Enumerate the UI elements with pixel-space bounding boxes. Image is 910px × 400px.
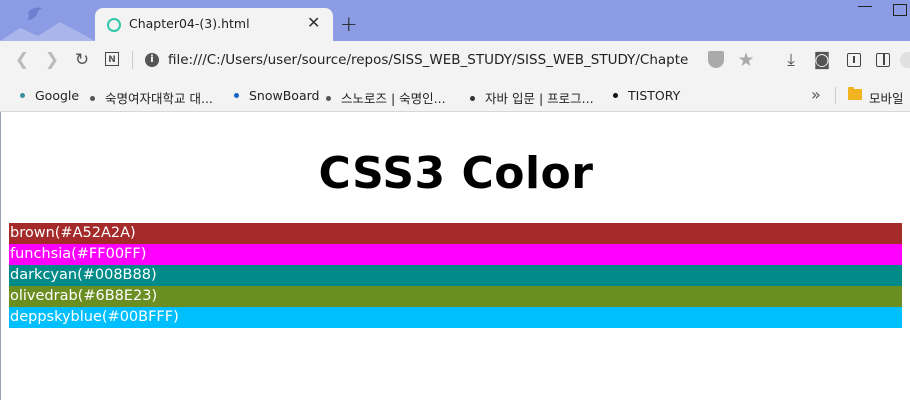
folder-icon[interactable] — [848, 87, 862, 100]
download-icon[interactable]: ⤓ — [781, 50, 801, 70]
bookmark-google[interactable]: Google — [20, 88, 79, 103]
loading-circle-icon — [107, 18, 121, 32]
bookmark-dot-icon — [470, 96, 475, 101]
color-row-deepskyblue: deppskyblue(#00BFFF) — [9, 307, 902, 328]
reader-icon[interactable] — [847, 53, 861, 67]
bookmark-java[interactable]: 자바 입문 | 프로그... — [470, 88, 594, 107]
bookmark-dot-icon — [234, 93, 239, 98]
color-row-brown: brown(#A52A2A) — [9, 223, 902, 244]
color-list: brown(#A52A2A) funchsia(#FF00FF) darkcya… — [9, 223, 902, 328]
bookmark-sookmyung[interactable]: 숙명여자대학교 대... — [90, 88, 213, 107]
bookmarks-bar: Google 숙명여자대학교 대... SnowBoard 스노로즈 | 숙명인… — [0, 79, 910, 112]
bookmarks-overflow-icon[interactable]: » — [811, 85, 821, 104]
new-tab-button[interactable]: + — [340, 12, 358, 36]
back-icon[interactable]: ❮ — [12, 50, 32, 70]
bookmark-folder-mobile[interactable]: 모바일 — [869, 88, 904, 107]
bookmark-dot-icon — [326, 96, 331, 101]
tab-strip: Chapter04-(3).html ✕ + — [0, 0, 910, 41]
bookmark-dot-icon — [613, 93, 618, 98]
forward-icon[interactable]: ❯ — [42, 50, 62, 70]
bookmark-star-icon[interactable]: ★ — [736, 50, 756, 70]
close-tab-icon[interactable]: ✕ — [307, 13, 320, 33]
bookmark-snorose[interactable]: 스노로즈 | 숙명인... — [326, 88, 446, 107]
color-row-olivedrab: olivedrab(#6B8E23) — [9, 286, 902, 307]
info-icon[interactable]: i — [145, 53, 159, 67]
tab-title: Chapter04-(3).html — [129, 16, 250, 31]
bookmark-dot-icon — [90, 96, 95, 101]
color-row-darkcyan: darkcyan(#008B88) — [9, 265, 902, 286]
bookmark-label: SnowBoard — [249, 88, 320, 103]
bookmarks-divider — [835, 87, 836, 104]
profile-icon[interactable] — [900, 52, 910, 68]
page-content: CSS3 Color brown(#A52A2A) funchsia(#FF00… — [0, 112, 910, 400]
minimize-window-icon[interactable] — [858, 6, 872, 7]
bookmark-label: 스노로즈 | 숙명인... — [341, 91, 446, 106]
maximize-window-icon[interactable] — [893, 4, 907, 16]
tab-active[interactable]: Chapter04-(3).html ✕ — [95, 8, 333, 41]
bookmark-label: TISTORY — [628, 88, 681, 103]
bookmark-tistory[interactable]: TISTORY — [613, 88, 680, 103]
bookmark-dot-icon — [20, 93, 25, 98]
page-title: CSS3 Color — [318, 148, 594, 199]
address-bar[interactable]: file:///C:/Users/user/source/repos/SISS_… — [168, 52, 688, 68]
color-row-fuchsia: funchsia(#FF00FF) — [9, 244, 902, 265]
bookmark-snowboard[interactable]: SnowBoard — [234, 88, 319, 103]
camera-icon[interactable]: ◙ — [812, 50, 832, 70]
reload-icon[interactable]: ↻ — [72, 50, 92, 70]
n-extension-icon[interactable]: N — [105, 52, 119, 66]
toolbar-divider — [132, 51, 133, 69]
bookmark-label: 숙명여자대학교 대... — [105, 91, 213, 106]
side-panel-icon[interactable] — [876, 53, 890, 67]
bookmark-label: Google — [35, 88, 80, 103]
browser-toolbar: ❮ ❯ ↻ N i file:///C:/Users/user/source/r… — [0, 41, 910, 79]
shield-icon[interactable] — [708, 51, 724, 68]
bookmark-label: 자바 입문 | 프로그... — [485, 91, 594, 106]
theme-bird-icon — [0, 7, 95, 41]
